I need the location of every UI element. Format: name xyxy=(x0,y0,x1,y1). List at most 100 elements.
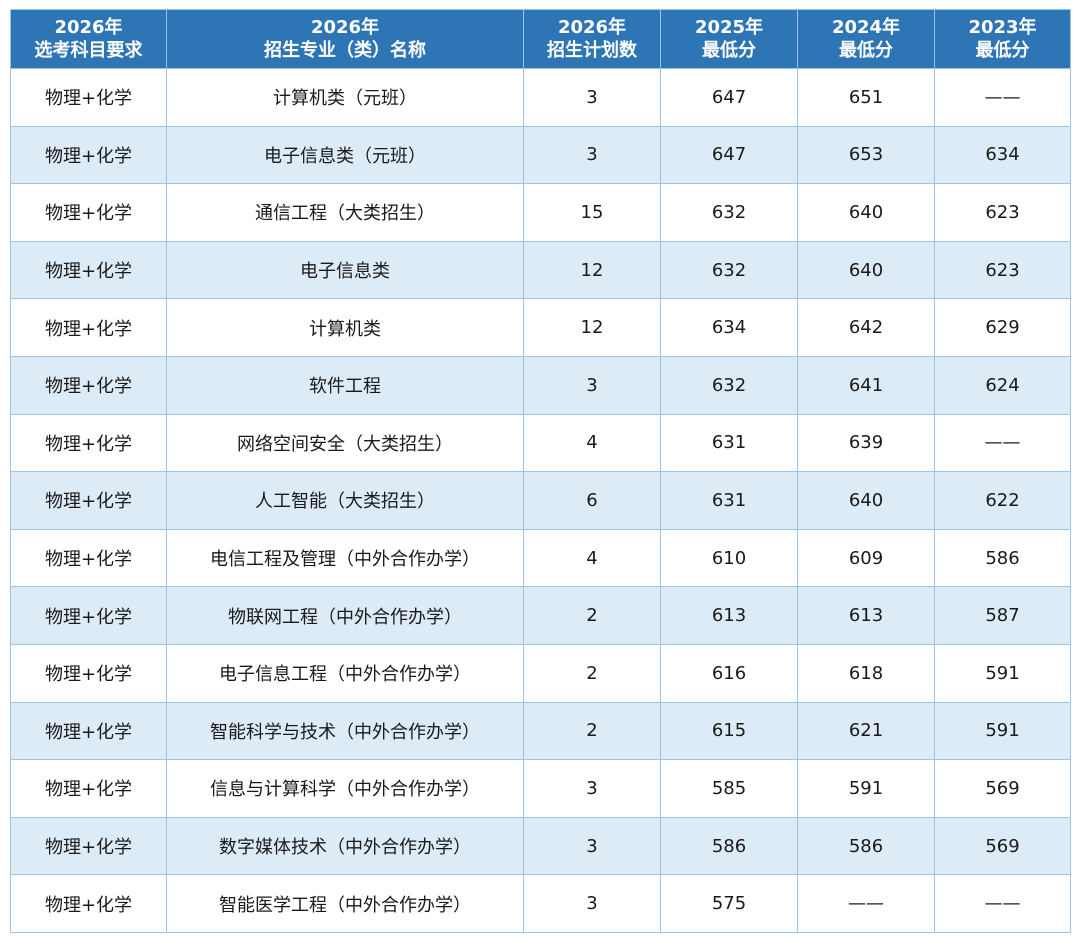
subject-requirement-cell: 物理+化学 xyxy=(10,298,167,357)
min-score-2025-cell: 586 xyxy=(660,816,798,876)
min-score-2024-cell: 639 xyxy=(797,413,935,473)
min-score-2023-cell: 623 xyxy=(934,240,1071,300)
major-name-cell: 计算机类（元班） xyxy=(166,68,524,127)
enrollment-plan-cell: 2 xyxy=(523,643,661,703)
major-name-cell: 通信工程（大类招生） xyxy=(166,183,524,242)
table-row: 物理+化学 网络空间安全（大类招生） 4 631 639 —— xyxy=(10,413,1071,473)
table-row: 物理+化学 人工智能（大类招生） 6 631 640 622 xyxy=(10,471,1071,530)
min-score-2024-cell: 642 xyxy=(797,298,935,357)
table-row: 物理+化学 电子信息工程（中外合作办学） 2 616 618 591 xyxy=(10,643,1071,703)
major-name-cell: 电子信息工程（中外合作办学） xyxy=(166,643,524,703)
min-score-2023-cell: 623 xyxy=(934,183,1071,242)
header-line: 最低分 xyxy=(839,40,893,61)
min-score-2025-cell: 647 xyxy=(660,68,798,127)
min-score-2023-cell: 569 xyxy=(934,759,1071,818)
subject-requirement-cell: 物理+化学 xyxy=(10,471,167,530)
min-score-2025-cell: 575 xyxy=(660,874,798,933)
min-score-2023-cell: 587 xyxy=(934,586,1071,645)
header-line: 选考科目要求 xyxy=(34,40,143,61)
table-row: 物理+化学 智能科学与技术（中外合作办学） 2 615 621 591 xyxy=(10,701,1071,761)
major-name-cell: 软件工程 xyxy=(166,355,524,415)
subject-requirement-cell: 物理+化学 xyxy=(10,125,167,185)
table-header: 2026年 选考科目要求 2026年 招生专业（类）名称 2026年 招生计划数… xyxy=(10,9,1071,69)
subject-requirement-cell: 物理+化学 xyxy=(10,183,167,242)
min-score-2024-cell: —— xyxy=(797,874,935,933)
header-line: 2024年 xyxy=(831,17,901,38)
min-score-2024-cell: 586 xyxy=(797,816,935,876)
min-score-2023-cell: 591 xyxy=(934,701,1071,761)
major-name-cell: 信息与计算科学（中外合作办学） xyxy=(166,759,524,818)
table-row: 物理+化学 电子信息类（元班） 3 647 653 634 xyxy=(10,125,1071,185)
table-body: 物理+化学 计算机类（元班） 3 647 651 —— 物理+化学 电子信息类（元班） 3 647… xyxy=(10,68,1071,933)
table-row: 物理+化学 通信工程（大类招生） 15 632 640 623 xyxy=(10,183,1071,242)
major-name-cell: 智能医学工程（中外合作办学） xyxy=(166,874,524,933)
enrollment-plan-cell: 12 xyxy=(523,240,661,300)
min-score-2025-cell: 632 xyxy=(660,240,798,300)
major-name-cell: 电子信息类（元班） xyxy=(166,125,524,185)
min-score-2025-cell: 631 xyxy=(660,413,798,473)
major-name-cell: 电子信息类 xyxy=(166,240,524,300)
header-subject-requirement: 2026年 选考科目要求 xyxy=(10,9,167,69)
header-line: 最低分 xyxy=(702,40,756,61)
header-line: 2023年 xyxy=(968,17,1037,38)
min-score-2023-cell: —— xyxy=(934,874,1071,933)
header-line: 招生计划数 xyxy=(547,40,637,61)
header-line: 2025年 xyxy=(694,17,764,38)
subject-requirement-cell: 物理+化学 xyxy=(10,874,167,933)
min-score-2025-cell: 632 xyxy=(660,355,798,415)
min-score-2024-cell: 591 xyxy=(797,759,935,818)
min-score-2025-cell: 632 xyxy=(660,183,798,242)
subject-requirement-cell: 物理+化学 xyxy=(10,528,167,588)
min-score-2025-cell: 631 xyxy=(660,471,798,530)
min-score-2024-cell: 641 xyxy=(797,355,935,415)
enrollment-plan-cell: 12 xyxy=(523,298,661,357)
enrollment-plan-cell: 3 xyxy=(523,874,661,933)
min-score-2025-cell: 585 xyxy=(660,759,798,818)
major-name-cell: 物联网工程（中外合作办学） xyxy=(166,586,524,645)
enrollment-plan-cell: 6 xyxy=(523,471,661,530)
enrollment-plan-cell: 4 xyxy=(523,413,661,473)
header-line: 2026年 xyxy=(54,17,123,38)
enrollment-plan-cell: 4 xyxy=(523,528,661,588)
major-name-cell: 计算机类 xyxy=(166,298,524,357)
major-name-cell: 网络空间安全（大类招生） xyxy=(166,413,524,473)
min-score-2025-cell: 647 xyxy=(660,125,798,185)
header-line: 招生专业（类）名称 xyxy=(264,40,426,61)
table-row: 物理+化学 物联网工程（中外合作办学） 2 613 613 587 xyxy=(10,586,1071,645)
header-line: 最低分 xyxy=(975,40,1030,61)
subject-requirement-cell: 物理+化学 xyxy=(10,355,167,415)
subject-requirement-cell: 物理+化学 xyxy=(10,413,167,473)
header-row: 2026年 选考科目要求 2026年 招生专业（类）名称 2026年 招生计划数… xyxy=(10,9,1071,69)
table-row: 物理+化学 电信工程及管理（中外合作办学） 4 610 609 586 xyxy=(10,528,1071,588)
min-score-2024-cell: 640 xyxy=(797,240,935,300)
subject-requirement-cell: 物理+化学 xyxy=(10,68,167,127)
min-score-2025-cell: 615 xyxy=(660,701,798,761)
subject-requirement-cell: 物理+化学 xyxy=(10,240,167,300)
major-name-cell: 智能科学与技术（中外合作办学） xyxy=(166,701,524,761)
min-score-2023-cell: 624 xyxy=(934,355,1071,415)
header-line: 2026年 xyxy=(310,17,380,38)
min-score-2024-cell: 613 xyxy=(797,586,935,645)
min-score-2023-cell: 591 xyxy=(934,643,1071,703)
min-score-2023-cell: 622 xyxy=(934,471,1071,530)
header-min-score-2024: 2024年 最低分 xyxy=(797,9,935,69)
table-row: 物理+化学 信息与计算科学（中外合作办学） 3 585 591 569 xyxy=(10,759,1071,818)
min-score-2024-cell: 618 xyxy=(797,643,935,703)
enrollment-plan-cell: 3 xyxy=(523,816,661,876)
min-score-2024-cell: 640 xyxy=(797,471,935,530)
header-min-score-2023: 2023年 最低分 xyxy=(934,9,1071,69)
table-row: 物理+化学 计算机类（元班） 3 647 651 —— xyxy=(10,68,1071,127)
min-score-2024-cell: 609 xyxy=(797,528,935,588)
enrollment-plan-cell: 3 xyxy=(523,355,661,415)
min-score-2023-cell: 569 xyxy=(934,816,1071,876)
major-name-cell: 数字媒体技术（中外合作办学） xyxy=(166,816,524,876)
table-row: 物理+化学 电子信息类 12 632 640 623 xyxy=(10,240,1071,300)
min-score-2023-cell: 634 xyxy=(934,125,1071,185)
table-row: 物理+化学 智能医学工程（中外合作办学） 3 575 —— —— xyxy=(10,874,1071,933)
enrollment-plan-cell: 3 xyxy=(523,125,661,185)
table-row: 物理+化学 数字媒体技术（中外合作办学） 3 586 586 569 xyxy=(10,816,1071,876)
min-score-2023-cell: 586 xyxy=(934,528,1071,588)
min-score-2025-cell: 634 xyxy=(660,298,798,357)
subject-requirement-cell: 物理+化学 xyxy=(10,586,167,645)
enrollment-plan-cell: 15 xyxy=(523,183,661,242)
